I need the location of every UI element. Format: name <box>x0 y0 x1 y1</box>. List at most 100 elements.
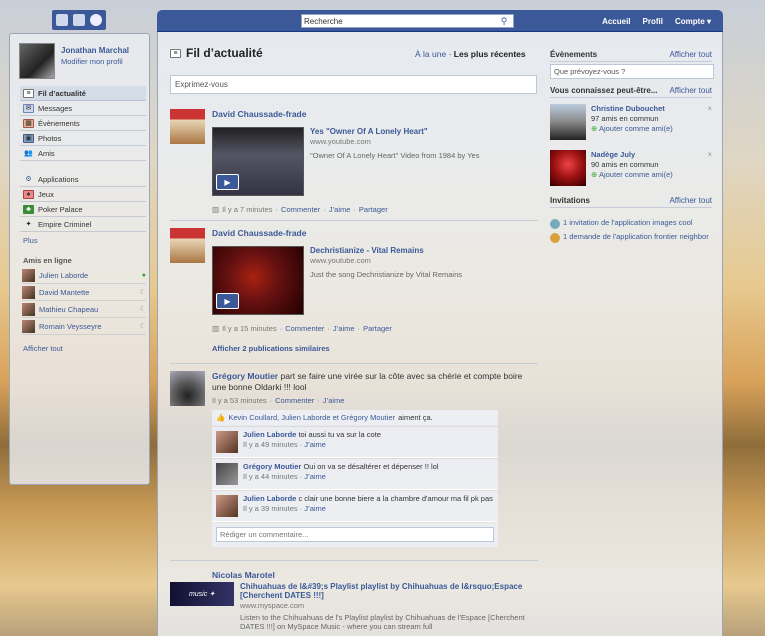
friend-suggestion: Nadège July 90 amis en commun ⊕ Ajouter … <box>550 150 714 188</box>
tab-separator: · <box>448 49 452 59</box>
story-time[interactable]: Il y a 53 minutes <box>212 396 267 405</box>
online-friend[interactable]: Mathieu Chapeau ☾ <box>22 301 146 318</box>
music-title[interactable]: Chihuahuas de l&#39;s Playlist playlist … <box>240 582 538 600</box>
commenter-avatar[interactable] <box>216 495 238 517</box>
sidebar-item-games[interactable]: ♠ Jeux <box>20 187 146 202</box>
video-title[interactable]: Yes "Owner Of A Lonely Heart" <box>310 127 538 136</box>
story-author[interactable]: Nicolas Marotel <box>212 570 538 580</box>
nav-home[interactable]: Accueil <box>602 17 630 26</box>
invitation-item[interactable]: 1 demande de l'application frontier neig… <box>550 232 712 243</box>
commenter-name[interactable]: Julien Laborde <box>243 430 296 439</box>
profile-name[interactable]: Jonathan Marchal <box>61 46 129 55</box>
comment: Julien Laborde toi aussi tu va sur la co… <box>212 427 498 458</box>
story-author-avatar[interactable] <box>170 109 205 144</box>
people-icon[interactable] <box>56 14 69 26</box>
commenter-avatar[interactable] <box>216 463 238 485</box>
status-composer[interactable]: Exprimez-vous <box>170 75 537 94</box>
music-thumbnail[interactable]: music ✦ <box>170 582 234 606</box>
likes-summary: 👍 Kevin Coullard, Julien Laborde et Grég… <box>212 410 498 426</box>
mutual-friends[interactable]: 97 amis en commun <box>591 114 673 124</box>
suggestion-name[interactable]: Nadège July <box>591 150 673 160</box>
suggestion-body: Christine Dubouchet 97 amis en commun ⊕ … <box>591 104 673 134</box>
sidebar-item-applications[interactable]: ⚙ Applications <box>20 172 146 187</box>
events-show-all[interactable]: Afficher tout <box>669 50 712 59</box>
online-friend[interactable]: David Mantette ☾ <box>22 284 146 301</box>
pymk-show-all[interactable]: Afficher tout <box>669 86 712 95</box>
story-author[interactable]: Grégory Moutier <box>212 371 278 381</box>
invitations-show-all[interactable]: Afficher tout <box>669 196 712 205</box>
sidebar-item-empire-criminel[interactable]: ✦ Empire Criminel <box>20 217 146 232</box>
video-thumbnail[interactable]: ▶ <box>212 127 304 196</box>
feed-story: Nicolas Marotel music ✦ Chihuahuas de l&… <box>170 570 538 636</box>
sidebar-item-messages[interactable]: ✉ Messages <box>20 101 146 116</box>
edit-profile-link[interactable]: Modifier mon profil <box>61 57 129 66</box>
sidebar-item-news-feed[interactable]: ≡ Fil d’actualité <box>20 86 146 101</box>
comment-link[interactable]: Commenter <box>275 396 314 405</box>
story-time[interactable]: Il y a 15 minutes <box>222 324 277 333</box>
video-description: "Owner Of A Lonely Heart" Video from 198… <box>310 151 480 160</box>
suggestion-avatar[interactable] <box>550 104 586 140</box>
like-link[interactable]: J’aime <box>329 205 351 214</box>
commenter-name[interactable]: Julien Laborde <box>243 494 296 503</box>
comment-link[interactable]: Commenter <box>285 324 324 333</box>
event-input[interactable]: Que prévoyez-vous ? <box>550 64 714 79</box>
play-icon[interactable]: ▶ <box>216 293 239 309</box>
search-icon[interactable]: ⚲ <box>497 15 511 27</box>
story-author[interactable]: David Chaussade-frade <box>212 109 538 119</box>
commenter-avatar[interactable] <box>216 431 238 453</box>
feed-story: Grégory Moutier part se faire une virée … <box>170 371 538 411</box>
share-link[interactable]: Partager <box>363 324 392 333</box>
sidebar-item-poker-palace[interactable]: ♣ Poker Palace <box>20 202 146 217</box>
story-body: Grégory Moutier part se faire une virée … <box>212 371 538 405</box>
comment-like-link[interactable]: J’aime <box>304 504 326 513</box>
more-link[interactable]: Plus <box>23 236 38 245</box>
like-link[interactable]: J’aime <box>333 324 355 333</box>
show-similar-posts-link[interactable]: Afficher 2 publications similaires <box>212 344 330 353</box>
story-author-avatar[interactable] <box>170 228 205 263</box>
close-icon[interactable]: × <box>707 104 712 113</box>
likers[interactable]: Kevin Coullard, Julien Laborde et Grégor… <box>228 413 395 422</box>
story-meta: ▥ Il y a 7 minutes · Commenter · J’aime · P… <box>212 205 388 214</box>
story-time[interactable]: Il y a 7 minutes <box>222 205 272 214</box>
messages-icon[interactable] <box>72 14 85 26</box>
invitation-item[interactable]: 1 invitation de l'application images coo… <box>550 218 712 229</box>
comment-like-link[interactable]: J’aime <box>304 440 326 449</box>
events-title: Évènements <box>550 50 598 59</box>
video-title[interactable]: Dechristianize - Vital Remains <box>310 246 538 255</box>
add-friend-button[interactable]: ⊕ Ajouter comme ami(e) <box>591 124 673 134</box>
nav-account[interactable]: Compte ▾ <box>675 17 711 26</box>
video-thumbnail[interactable]: ▶ <box>212 246 304 315</box>
video-type-icon: ▥ <box>212 324 220 333</box>
commenter-name[interactable]: Grégory Moutier <box>243 462 301 471</box>
online-friend[interactable]: Romain Veysseyre ☾ <box>22 318 146 335</box>
share-link[interactable]: Partager <box>359 205 388 214</box>
sidebar-item-friends[interactable]: 👥 Amis <box>20 146 146 161</box>
comment-input[interactable] <box>216 527 494 542</box>
play-icon[interactable]: ▶ <box>216 174 239 190</box>
mutual-friends[interactable]: 90 amis en commun <box>591 160 673 170</box>
suggestion-avatar[interactable] <box>550 150 586 186</box>
search-input[interactable] <box>302 16 497 26</box>
suggestion-body: Nadège July 90 amis en commun ⊕ Ajouter … <box>591 150 673 180</box>
like-link[interactable]: J’aime <box>323 396 345 405</box>
sidebar-item-events[interactable]: ▦ Évènements <box>20 116 146 131</box>
comment-link[interactable]: Commenter <box>281 205 320 214</box>
globe-icon[interactable] <box>89 14 102 26</box>
feed-header: ≡ Fil d’actualité <box>170 46 263 60</box>
search-box[interactable]: ⚲ <box>301 14 514 28</box>
avatar[interactable] <box>19 43 55 79</box>
online-friend[interactable]: Julien Laborde ● <box>22 267 146 284</box>
sidebar-item-photos[interactable]: ▣ Photos <box>20 131 146 146</box>
add-friend-button[interactable]: ⊕ Ajouter comme ami(e) <box>591 170 673 180</box>
suggestion-name[interactable]: Christine Dubouchet <box>591 104 673 114</box>
tab-most-recent[interactable]: Les plus récentes <box>454 49 526 59</box>
comment-body: Grégory Moutier Oui on va se désaltérer … <box>243 462 493 482</box>
comment-like-link[interactable]: J’aime <box>304 472 326 481</box>
show-all-online-link[interactable]: Afficher tout <box>23 344 63 353</box>
nav-profile[interactable]: Profil <box>643 17 663 26</box>
comment-time: Il y a 49 minutes <box>243 440 298 449</box>
story-author[interactable]: David Chaussade-frade <box>212 228 538 238</box>
tab-top-news[interactable]: À la une <box>415 49 446 59</box>
story-author-avatar[interactable] <box>170 371 205 406</box>
close-icon[interactable]: × <box>707 150 712 159</box>
